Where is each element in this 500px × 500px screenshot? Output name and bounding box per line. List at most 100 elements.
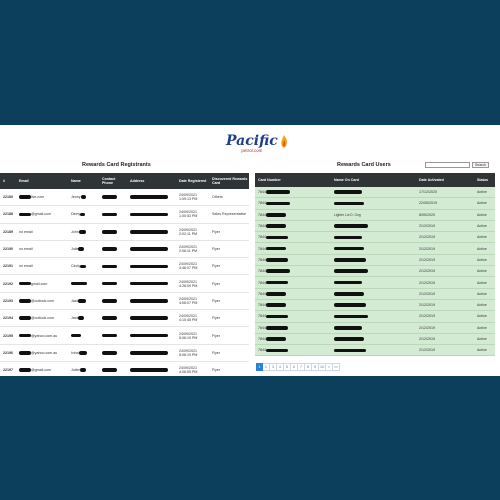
redaction-bar (130, 333, 168, 338)
table-row[interactable]: 7844 2/12/2019 Active (255, 232, 495, 244)
table-row[interactable]: 7844 2/12/2019 Active (255, 333, 495, 346)
redaction-bar (266, 258, 288, 262)
registrant-email: @gmail.com (16, 368, 68, 372)
page-link[interactable]: 7 (298, 363, 305, 371)
search-button[interactable]: Search (472, 162, 489, 168)
redaction-bar (266, 201, 290, 206)
redaction-bar (334, 292, 364, 296)
registrant-date: 24/09/2021 2:06:11 PM (179, 245, 198, 254)
registrant-name: Ivina (68, 351, 99, 355)
date-activated: 2/12/2019 (419, 314, 435, 319)
registrant-name-text: Cindy (71, 264, 81, 269)
table-row[interactable]: 22193 @outlook.com Jack 24/09/2021 4:06:07 … (0, 292, 249, 311)
page-link[interactable]: 4 (277, 363, 284, 371)
registrants-header-row: # Email Name Contact Phone Address Date … (0, 173, 249, 189)
table-row[interactable]: 22188 @gmail.com Dinny 24/09/2021 1:00:53 P… (0, 206, 249, 224)
table-row[interactable]: 22189 no email John 24/09/2021 2:02:11 PM Fl… (0, 223, 249, 241)
redaction-bar (71, 333, 81, 338)
status-badge: Active (477, 325, 487, 330)
card-number-text: 7844 (258, 257, 266, 262)
redaction-bar (19, 281, 31, 286)
table-row[interactable]: 22197 @gmail.com Jolien 24/09/2021 4:06:55 … (0, 361, 249, 376)
page-link[interactable]: > (326, 363, 333, 371)
redaction-bar (334, 258, 366, 262)
name-on-card (331, 348, 416, 353)
table-row[interactable]: 7844 2/12/2019 Active (255, 288, 495, 300)
page-link[interactable]: 9 (312, 363, 319, 371)
table-row[interactable]: 22194 @outlook.com Jack 24/09/2021 4:10:45 … (0, 310, 249, 328)
table-row[interactable]: 7844 2/12/2019 Active (255, 243, 495, 255)
registrant-name: John (68, 230, 99, 234)
table-row[interactable]: 7844 2/12/2019 Active (255, 220, 495, 233)
column-header-name-on-card: Name On Card (334, 178, 359, 182)
registrant-email-text: @yahoo.com.au (31, 333, 58, 338)
page-link[interactable]: 5 (284, 363, 291, 371)
search-input[interactable] (425, 162, 470, 168)
registrant-name-text: Ivina (71, 350, 79, 355)
table-row[interactable]: 22195 @yahoo.com.au 24/09/2021 5:06:19 PM F… (0, 327, 249, 345)
registrant-id: 22193 (3, 298, 13, 303)
page-link[interactable]: 1 (256, 363, 263, 371)
registrant-email-text: @yahoo.com.au (31, 350, 58, 355)
table-row[interactable]: 7844 17/12/2020 Active (255, 187, 495, 199)
redaction-bar (130, 316, 168, 321)
table-row[interactable]: 7844 Lighter Lui D. Ong 8/05/2020 Active (255, 209, 495, 221)
name-on-card (331, 258, 416, 262)
column-header-email: Email (19, 179, 29, 183)
status-badge: Active (477, 314, 487, 319)
registrant-id: 22189 (3, 229, 13, 234)
table-row[interactable]: 7844 2/12/2019 Active (255, 311, 495, 323)
page-link[interactable]: 8 (305, 363, 312, 371)
card-users-title: Rewards Card Users (337, 162, 391, 168)
table-row[interactable]: 7844 2/12/2019 Active (255, 277, 495, 289)
redaction-bar (266, 246, 286, 251)
page-link[interactable]: 10 (319, 363, 326, 371)
page-link[interactable]: >> (333, 363, 341, 371)
redaction-bar (80, 368, 87, 372)
redaction-bar (266, 303, 286, 307)
registrant-discovered: Flyer (212, 316, 220, 321)
table-row[interactable]: 7844 2/12/2019 Active (255, 322, 495, 334)
redaction-bar (334, 348, 366, 353)
page-link[interactable]: 2 (263, 363, 270, 371)
registrant-email: @yahoo.com.au (16, 351, 68, 355)
page-link[interactable]: 3 (270, 363, 277, 371)
redaction-bar (334, 303, 366, 307)
registrant-email: @gmail.com (16, 212, 68, 216)
date-activated: 2/12/2019 (419, 337, 435, 341)
registrant-id: 22195 (3, 333, 13, 338)
registrant-email-text: no email (19, 264, 33, 269)
card-number: 7844 (255, 224, 331, 228)
table-row[interactable]: 7844 22/05/2019 Active (255, 198, 495, 210)
redaction-bar (266, 269, 290, 274)
registrant-email-text: @gmail.com (31, 212, 52, 217)
column-header-card-number: Card Number (258, 178, 281, 182)
registrant-address (127, 316, 176, 321)
card-number: 7844 (255, 190, 331, 194)
registrant-date: 24/09/2021 4:06:07 PM (179, 296, 198, 305)
table-row[interactable]: 7844 2/12/2019 Active (255, 254, 495, 267)
column-header-phone: Contact Phone (102, 177, 116, 185)
registrant-date: 24/09/2021 4:26:09 PM (179, 279, 198, 288)
table-row[interactable]: 22180 live.com Jenny 24/09/2021 1:09:13 PM O… (0, 189, 249, 207)
registrant-email-text: @outlook.com (31, 298, 55, 303)
card-number: 7844 (255, 281, 331, 285)
table-row[interactable]: 22196 @yahoo.com.au Ivina 24/09/2021 5:06:1… (0, 344, 249, 362)
card-number: 7844 (255, 337, 331, 341)
page-link[interactable]: 6 (291, 363, 298, 371)
registrant-email: no email (16, 230, 68, 234)
card-number: 7844 (255, 201, 331, 205)
registrant-address (127, 229, 176, 234)
card-number-text: 7844 (258, 314, 266, 319)
table-row[interactable]: 22190 no email Julie 24/09/2021 2:06:11 PM F… (0, 240, 249, 259)
redaction-bar (102, 368, 117, 372)
redaction-bar (334, 246, 364, 251)
registrant-phone (99, 264, 127, 269)
table-row[interactable]: 7844 2/12/2019 Active (255, 299, 495, 312)
date-activated: 2/12/2019 (419, 269, 435, 274)
table-row[interactable]: 22191 no email Cindy 24/09/2021 3:46:07 PM F… (0, 258, 249, 276)
redaction-bar (19, 195, 31, 199)
table-row[interactable]: 7844 2/12/2019 Active (255, 266, 495, 278)
table-row[interactable]: 22192 gmail.com 24/09/2021 4:26:09 PM Flyer (0, 275, 249, 293)
table-row[interactable]: 7844 2/12/2019 Active (255, 345, 495, 357)
